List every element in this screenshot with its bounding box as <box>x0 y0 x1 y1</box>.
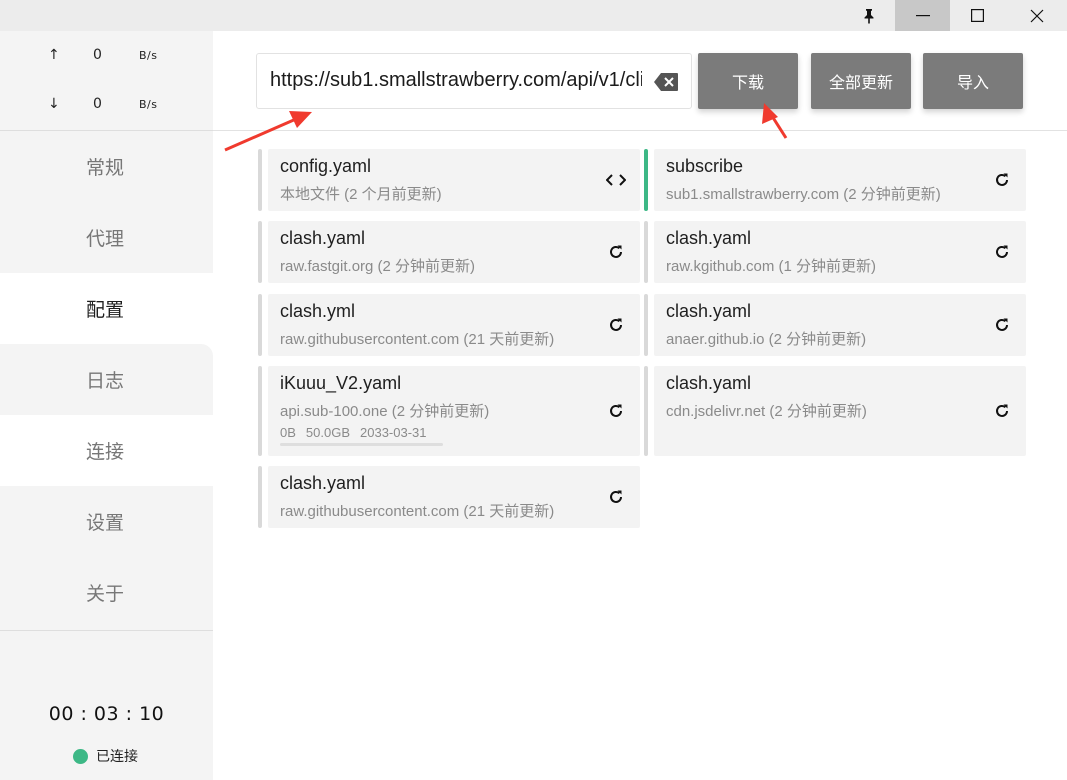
url-input-value[interactable]: https://sub1.smallstrawberry.com/api/v1/… <box>270 69 642 92</box>
card-indicator <box>258 366 262 456</box>
download-button[interactable]: 下载 <box>698 53 798 109</box>
profile-name: clash.yaml <box>280 473 366 493</box>
profile-source: sub1.smallstrawberry.com (2 分钟前更新) <box>666 186 941 203</box>
clear-input-icon[interactable] <box>654 73 678 91</box>
profile-name: config.yaml <box>280 156 372 176</box>
refresh-icon[interactable] <box>992 401 1012 421</box>
refresh-icon[interactable] <box>992 170 1012 190</box>
status-label: 已连接 <box>96 749 138 765</box>
refresh-icon[interactable] <box>992 242 1012 262</box>
close-icon[interactable] <box>1006 0 1067 31</box>
uptime-timer: 00 : 03 : 10 <box>48 703 165 725</box>
profile-card[interactable]: clash.yaml raw.fastgit.org (2 分钟前更新) <box>258 221 640 283</box>
upload-speed: ↑ 0 B/s <box>0 47 213 67</box>
sidebar: ↑ 0 B/s ↓ 0 B/s 常规 代理 配置 日志 连接 设置 关于 00 … <box>0 31 213 780</box>
usage-expire: 2033-03-31 <box>360 425 427 440</box>
usage-used: 0B <box>280 425 296 440</box>
upload-value: 0 <box>93 47 102 63</box>
maximize-icon[interactable] <box>950 0 1005 31</box>
profile-card[interactable]: clash.yaml raw.githubusercontent.com (21 … <box>258 466 640 528</box>
refresh-icon[interactable] <box>606 242 626 262</box>
upload-arrow-icon: ↑ <box>48 47 60 63</box>
card-indicator <box>258 149 262 211</box>
profile-card[interactable]: subscribe sub1.smallstrawberry.com (2 分钟前… <box>644 149 1026 211</box>
divider <box>213 130 1067 131</box>
title-bar <box>0 0 1067 31</box>
profile-source: raw.githubusercontent.com (21 天前更新) <box>280 331 555 348</box>
profile-source: raw.fastgit.org (2 分钟前更新) <box>280 258 476 275</box>
download-speed: ↓ 0 B/s <box>0 96 213 116</box>
status-dot-icon <box>73 748 88 764</box>
usage-total: 50.0GB <box>305 425 350 440</box>
profiles-page: https://sub1.smallstrawberry.com/api/v1/… <box>213 31 1067 780</box>
profile-name: clash.yaml <box>666 373 752 393</box>
profile-source: cdn.jsdelivr.net (2 分钟前更新) <box>666 403 867 420</box>
sidebar-item-connections[interactable]: 连接 <box>0 415 213 486</box>
update-all-button[interactable]: 全部更新 <box>811 53 911 109</box>
profile-name: clash.yml <box>280 301 356 321</box>
profile-source: api.sub-100.one (2 分钟前更新) <box>280 403 490 420</box>
refresh-icon[interactable] <box>606 401 626 421</box>
profile-name: clash.yaml <box>666 228 752 248</box>
refresh-icon[interactable] <box>606 315 626 335</box>
code-icon[interactable] <box>606 170 626 190</box>
sidebar-item-proxy[interactable]: 代理 <box>0 202 213 273</box>
sidebar-item-general[interactable]: 常规 <box>0 131 213 202</box>
card-indicator <box>258 466 262 528</box>
profile-name: iKuuu_V2.yaml <box>280 373 402 393</box>
minimize-icon[interactable] <box>895 0 950 31</box>
refresh-icon[interactable] <box>606 487 626 507</box>
download-arrow-icon: ↓ <box>48 96 60 112</box>
connection-status: 已连接 <box>73 746 138 766</box>
profile-card[interactable]: config.yaml 本地文件 (2 个月前更新) <box>258 149 640 211</box>
sidebar-nav: 常规 代理 配置 日志 连接 设置 关于 <box>0 131 213 631</box>
card-indicator <box>258 221 262 283</box>
card-indicator <box>644 294 648 356</box>
sidebar-item-about[interactable]: 关于 <box>0 557 213 628</box>
card-indicator <box>644 221 648 283</box>
active-indicator <box>644 149 648 211</box>
profile-source: raw.kgithub.com (1 分钟前更新) <box>666 258 877 275</box>
profile-card[interactable]: clash.yaml cdn.jsdelivr.net (2 分钟前更新) <box>644 366 1026 456</box>
profile-name: clash.yaml <box>666 301 752 321</box>
profile-card[interactable]: clash.yml raw.githubusercontent.com (21 天… <box>258 294 640 356</box>
refresh-icon[interactable] <box>992 315 1012 335</box>
url-input[interactable]: https://sub1.smallstrawberry.com/api/v1/… <box>256 53 692 109</box>
profile-source: 本地文件 (2 个月前更新) <box>280 186 442 203</box>
divider <box>0 630 213 631</box>
profile-name: clash.yaml <box>280 228 366 248</box>
profile-name: subscribe <box>666 156 744 176</box>
usage-progress-bar <box>280 443 443 446</box>
download-unit: B/s <box>139 98 158 111</box>
profile-card[interactable]: clash.yaml raw.kgithub.com (1 分钟前更新) <box>644 221 1026 283</box>
profile-usage: 0B 50.0GB 2033-03-31 <box>280 425 437 440</box>
sidebar-item-logs[interactable]: 日志 <box>0 344 213 415</box>
download-value: 0 <box>93 96 102 112</box>
sidebar-item-profiles[interactable]: 配置 <box>0 273 213 344</box>
profile-card[interactable]: clash.yaml anaer.github.io (2 分钟前更新) <box>644 294 1026 356</box>
traffic-panel: ↑ 0 B/s ↓ 0 B/s <box>0 31 213 130</box>
profile-source: raw.githubusercontent.com (21 天前更新) <box>280 503 555 520</box>
import-button[interactable]: 导入 <box>923 53 1023 109</box>
pin-icon[interactable] <box>842 0 895 31</box>
card-indicator <box>644 366 648 456</box>
profile-source: anaer.github.io (2 分钟前更新) <box>666 331 867 348</box>
card-indicator <box>258 294 262 356</box>
upload-unit: B/s <box>139 49 158 62</box>
profile-card[interactable]: iKuuu_V2.yaml api.sub-100.one (2 分钟前更新) 0B… <box>258 366 640 456</box>
sidebar-item-settings[interactable]: 设置 <box>0 486 213 557</box>
